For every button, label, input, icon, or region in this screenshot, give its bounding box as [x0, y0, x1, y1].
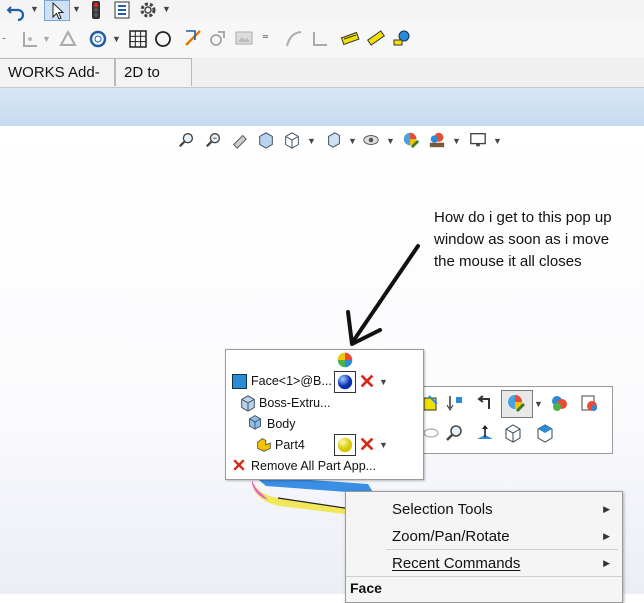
menu-item-label: Selection Tools — [392, 501, 493, 518]
properties-icon[interactable] — [112, 0, 132, 20]
context-menu: Selection Tools ▶ Zoom/Pan/Rotate ▶ Rece… — [345, 491, 623, 603]
view-settings-dropdown-icon[interactable]: ▼ — [493, 136, 502, 146]
display-style-dropdown-icon[interactable]: ▼ — [348, 136, 357, 146]
section-view-icon[interactable] — [257, 131, 275, 149]
measure-icon[interactable] — [392, 28, 412, 48]
equation-icon[interactable]: ⁼ — [262, 31, 269, 47]
appearance-popup: Face<1>@B... ▼ Boss-Extru... Body Part4 … — [225, 349, 424, 480]
instant3d-icon[interactable] — [58, 29, 78, 49]
annotation-arrow-icon — [346, 244, 420, 346]
body-label[interactable]: Body — [267, 417, 296, 431]
view-settings-icon[interactable] — [469, 131, 487, 149]
view-orientation-icon[interactable] — [325, 131, 343, 149]
question-annotation: How do i get to this pop up window as so… — [434, 209, 612, 270]
boss-extrude-label[interactable]: Boss-Extru... — [259, 396, 331, 410]
context-toolbar: ▼ — [418, 386, 613, 454]
submenu-arrow-icon: ▶ — [603, 558, 610, 568]
submenu-arrow-icon: ▶ — [603, 504, 610, 514]
circle-icon[interactable] — [153, 29, 173, 49]
yellow-sphere-icon — [337, 437, 353, 453]
tab-addins[interactable]: WORKS Add-Ins — [0, 58, 115, 109]
face-appearance-swatch[interactable] — [334, 371, 356, 393]
face-appearance-dropdown-icon[interactable]: ▼ — [379, 377, 388, 387]
appearance-palette-icon[interactable] — [549, 393, 569, 413]
spline-icon[interactable] — [284, 29, 304, 49]
edit-feature-icon[interactable] — [421, 393, 441, 413]
appearance-dropdown-icon[interactable]: ▼ — [534, 399, 543, 409]
edit-appearance-icon — [508, 395, 526, 413]
edit-appearance-icon[interactable] — [402, 131, 420, 149]
blue-sphere-icon — [337, 374, 353, 390]
reference-dropdown-icon[interactable]: ▼ — [42, 34, 51, 44]
menu-item-label: Zoom/Pan/Rotate — [392, 528, 510, 545]
body-icon — [249, 415, 261, 430]
select-dropdown-icon[interactable]: ▼ — [72, 4, 81, 14]
options-dropdown-icon[interactable]: ▼ — [162, 4, 171, 14]
menu-item-zoom-pan-rotate[interactable]: Zoom/Pan/Rotate ▶ — [346, 525, 622, 547]
menu-item-selection-tools[interactable]: Selection Tools ▶ — [346, 498, 622, 520]
part-icon — [257, 438, 271, 452]
rollback-icon[interactable] — [445, 393, 465, 413]
part-label[interactable]: Part4 — [275, 438, 305, 452]
sketch-on-face-icon[interactable] — [503, 423, 523, 443]
tab-2d-to-3d[interactable]: 2D to 3D — [115, 58, 192, 109]
hide-body-icon[interactable] — [421, 423, 441, 443]
dynamic-annotation-icon[interactable] — [283, 131, 301, 149]
extrude-face-icon[interactable] — [535, 423, 555, 443]
submenu-arrow-icon: ▶ — [603, 531, 610, 541]
face-icon — [232, 374, 247, 389]
normal-to-icon[interactable] — [475, 423, 495, 443]
appearance-button[interactable] — [501, 390, 533, 418]
convert-entities-icon[interactable] — [208, 28, 228, 48]
face-label[interactable]: Face<1>@B... — [251, 374, 332, 388]
reference-geometry-icon[interactable] — [20, 29, 40, 49]
zoom-selection-icon[interactable] — [445, 423, 465, 443]
smart-dimension-icon[interactable] — [340, 28, 360, 48]
remove-all-label[interactable]: Remove All Part App... — [251, 459, 376, 473]
hide-show-icon[interactable] — [362, 131, 380, 149]
select-pointer-icon — [52, 1, 65, 20]
circle-target-icon[interactable] — [88, 29, 108, 49]
corner-line-icon[interactable] — [310, 29, 330, 49]
traffic-light-icon[interactable] — [86, 0, 106, 20]
feature-manager-band — [0, 88, 644, 126]
boss-extrude-icon — [241, 395, 255, 412]
menu-divider — [386, 549, 618, 550]
select-button[interactable] — [44, 0, 70, 21]
grid-icon[interactable] — [128, 29, 148, 49]
undo-icon[interactable] — [6, 1, 26, 21]
quick-access-toolbar: ▼ ▼ ▼ — [0, 0, 644, 22]
delete-part-appearance-icon[interactable] — [358, 435, 376, 453]
zoom-area-icon[interactable] — [205, 131, 223, 149]
menu-item-label: Recent Commands — [392, 555, 521, 572]
parent-child-icon[interactable] — [475, 393, 495, 413]
toolbar-separator: - — [2, 30, 7, 45]
appearance-header-icon — [337, 352, 353, 368]
menu-divider — [346, 576, 622, 577]
part-appearance-swatch[interactable] — [334, 434, 356, 456]
gear-icon[interactable] — [138, 0, 158, 20]
remove-appearance-icon[interactable] — [579, 393, 599, 413]
hide-show-dropdown-icon[interactable]: ▼ — [386, 136, 395, 146]
delete-face-appearance-icon[interactable] — [358, 372, 376, 390]
part-appearance-dropdown-icon[interactable]: ▼ — [379, 440, 388, 450]
sketch-picture-icon[interactable] — [234, 28, 254, 48]
zoom-to-fit-icon[interactable] — [178, 131, 196, 149]
sketch-fillet-icon[interactable] — [183, 28, 203, 48]
menu-item-recent-commands[interactable]: Recent Commands ▶ — [346, 552, 622, 574]
undo-dropdown-icon[interactable]: ▼ — [30, 4, 39, 14]
target-dropdown-icon[interactable]: ▼ — [112, 34, 121, 44]
view-orientation-dropdown-icon[interactable]: ▼ — [307, 136, 316, 146]
command-toolbar: - ▼ ▼ ⁼ — [0, 22, 644, 57]
ruler-icon[interactable] — [366, 28, 386, 48]
scene-dropdown-icon[interactable]: ▼ — [452, 136, 461, 146]
previous-view-icon[interactable] — [231, 131, 249, 149]
apply-scene-icon[interactable] — [428, 131, 446, 149]
remove-all-icon[interactable] — [231, 457, 247, 473]
